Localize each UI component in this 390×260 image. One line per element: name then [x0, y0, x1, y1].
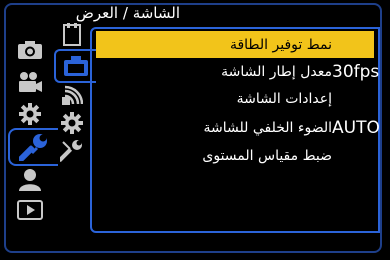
menu-item-monitor-frame-rate[interactable]: معدل إطار الشاشة 30fps — [96, 58, 379, 85]
wireless-icon[interactable] — [58, 82, 86, 108]
menu-item-level-gauge-adjust[interactable]: ضبط مقياس المستوى — [96, 142, 374, 169]
video-camera-icon[interactable] — [14, 68, 46, 96]
menu-item-value: AUTO — [332, 117, 380, 138]
menu-item-power-save-mode[interactable]: نمط توفير الطاقة — [96, 31, 374, 58]
card-icon[interactable] — [58, 22, 86, 48]
menu-item-label: معدل إطار الشاشة — [221, 63, 332, 80]
menu-item-monitor-backlight[interactable]: الضوء الخلفي للشاشة AUTO — [96, 114, 380, 141]
breadcrumb: الشاشة / العرض — [75, 4, 180, 22]
gear-icon[interactable] — [14, 100, 46, 128]
subcategory-column — [52, 22, 96, 164]
person-icon[interactable] — [14, 166, 46, 194]
camera-menu-screen: الشاشة / العرض نمط توفير الطاقة معدل إطا… — [0, 0, 390, 260]
tools-icon[interactable] — [58, 138, 86, 164]
gear-icon[interactable] — [58, 110, 86, 136]
menu-item-label: ضبط مقياس المستوى — [202, 147, 332, 164]
menu-item-value: 30fps — [332, 61, 380, 82]
menu-item-label: إعدادات الشاشة — [236, 90, 332, 107]
camera-icon[interactable] — [14, 36, 46, 64]
menu-item-label: نمط توفير الطاقة — [229, 36, 332, 53]
menu-item-label: الضوء الخلفي للشاشة — [203, 119, 332, 136]
playback-icon[interactable] — [14, 196, 46, 224]
menu-item-monitor-settings[interactable]: إعدادات الشاشة — [96, 85, 374, 112]
wrench-icon[interactable] — [8, 128, 58, 166]
category-column — [4, 30, 58, 230]
